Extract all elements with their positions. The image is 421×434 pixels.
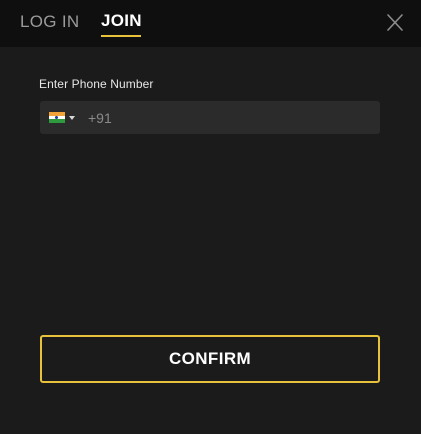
phone-field [40,101,380,134]
tab-join[interactable]: JOIN [101,11,142,31]
phone-field-label: Enter Phone Number [39,77,154,91]
close-icon [387,14,403,31]
auth-modal: LOG IN JOIN Enter Phone Number CONFIRM [0,0,421,434]
tab-login[interactable]: LOG IN [20,12,79,32]
caret-down-icon[interactable] [69,116,75,120]
india-flag-icon[interactable] [49,112,65,123]
phone-input[interactable] [88,101,374,134]
close-button[interactable] [383,12,407,34]
modal-header: LOG IN JOIN [0,0,421,47]
active-tab-indicator [101,35,141,37]
confirm-button[interactable]: CONFIRM [40,335,380,383]
